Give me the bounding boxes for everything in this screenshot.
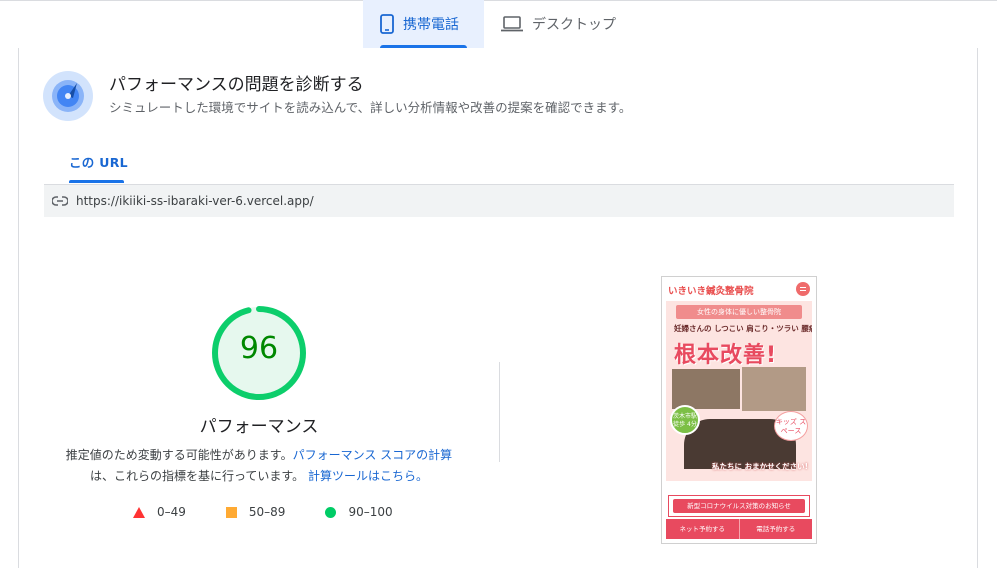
- tab-this-url-indicator: [69, 180, 124, 183]
- legend-range: 50–89: [248, 505, 286, 519]
- legend-range: 90–100: [348, 505, 393, 519]
- menu-icon: [796, 282, 810, 296]
- diagnose-card: パフォーマンスの問題を診断する シミュレートした環境でサイトを読み込んで、詳しい…: [18, 48, 978, 568]
- preview-tagline: 私たちに おまかせください!: [712, 462, 809, 471]
- legend-item-pass: 90–100: [325, 505, 393, 519]
- vertical-divider: [499, 362, 500, 462]
- tab-this-url[interactable]: この URL: [69, 152, 128, 171]
- performance-score: 96: [239, 331, 279, 366]
- legend-range: 0–49: [157, 505, 186, 519]
- preview-phone-reserve: 電話予約する: [756, 525, 796, 533]
- preview-photo: [672, 369, 740, 409]
- analyzed-url[interactable]: https://ikiiki-ss-ibaraki-ver-6.vercel.a…: [76, 194, 314, 208]
- legend-item-average: 50–89: [225, 505, 286, 519]
- gauge-dial-icon: [43, 71, 93, 121]
- diagnose-title: パフォーマンスの問題を診断する: [109, 75, 364, 95]
- score-description-text: 推定値のため変動する可能性があります。: [65, 448, 293, 462]
- preview-kids-badge: キッズ スペース: [774, 411, 808, 441]
- circle-icon: [325, 506, 337, 518]
- tab-mobile-label: 携帯電話: [403, 17, 459, 33]
- preview-headline: 根本改善!: [674, 343, 778, 368]
- tab-desktop[interactable]: デスクトップ: [484, 0, 633, 48]
- score-calculation-link[interactable]: パフォーマンス スコアの計算: [293, 448, 453, 462]
- calculator-link[interactable]: 計算ツールはこちら。: [308, 469, 428, 483]
- preview-footer-bar: ネット予約する 電話予約する: [666, 519, 812, 539]
- score-description: 推定値のため変動する可能性があります。パフォーマンス スコアの計算 は、これらの…: [59, 445, 459, 487]
- page-screenshot-preview: いきいき鍼灸整骨院 女性の身体に優しい整骨院 妊婦さんの しつこい 肩こり・ツラ…: [661, 276, 817, 544]
- laptop-icon: [501, 16, 523, 32]
- preview-brand: いきいき鍼灸整骨院: [668, 286, 754, 297]
- legend-item-fail: 0–49: [133, 505, 186, 519]
- tab-mobile[interactable]: 携帯電話: [363, 0, 484, 48]
- smartphone-icon: [380, 14, 394, 34]
- device-tabs: 携帯電話 デスクトップ: [363, 0, 633, 48]
- preview-photo: [742, 367, 806, 411]
- tab-desktop-label: デスクトップ: [532, 17, 616, 33]
- preview-access-badge: 茨木市駅 徒歩 4分: [670, 405, 700, 435]
- square-icon: [225, 506, 237, 518]
- preview-header: いきいき鍼灸整骨院: [662, 277, 816, 301]
- preview-ribbon: 女性の身体に優しい整骨院: [676, 305, 802, 319]
- preview-copy: 妊婦さんの しつこい 肩こり・ツラい 腰痛: [674, 324, 812, 333]
- preview-hero: 女性の身体に優しい整骨院 妊婦さんの しつこい 肩こり・ツラい 腰痛 根本改善!…: [666, 301, 812, 481]
- performance-label: パフォーマンス: [199, 417, 319, 437]
- preview-news: 新型コロナウイルス対策のお知らせ: [668, 495, 810, 517]
- score-description-text-2: は、これらの指標を基に行っています。: [89, 469, 305, 483]
- preview-news-label: 新型コロナウイルス対策のお知らせ: [673, 499, 805, 513]
- score-legend: 0–49 50–89 90–100: [133, 505, 433, 519]
- triangle-icon: [133, 506, 145, 518]
- preview-net-reserve: ネット予約する: [666, 519, 740, 539]
- url-bar: https://ikiiki-ss-ibaraki-ver-6.vercel.a…: [44, 184, 954, 217]
- link-icon: [52, 193, 68, 209]
- diagnose-subtitle: シミュレートした環境でサイトを読み込んで、詳しい分析情報や改善の提案を確認できま…: [109, 100, 632, 115]
